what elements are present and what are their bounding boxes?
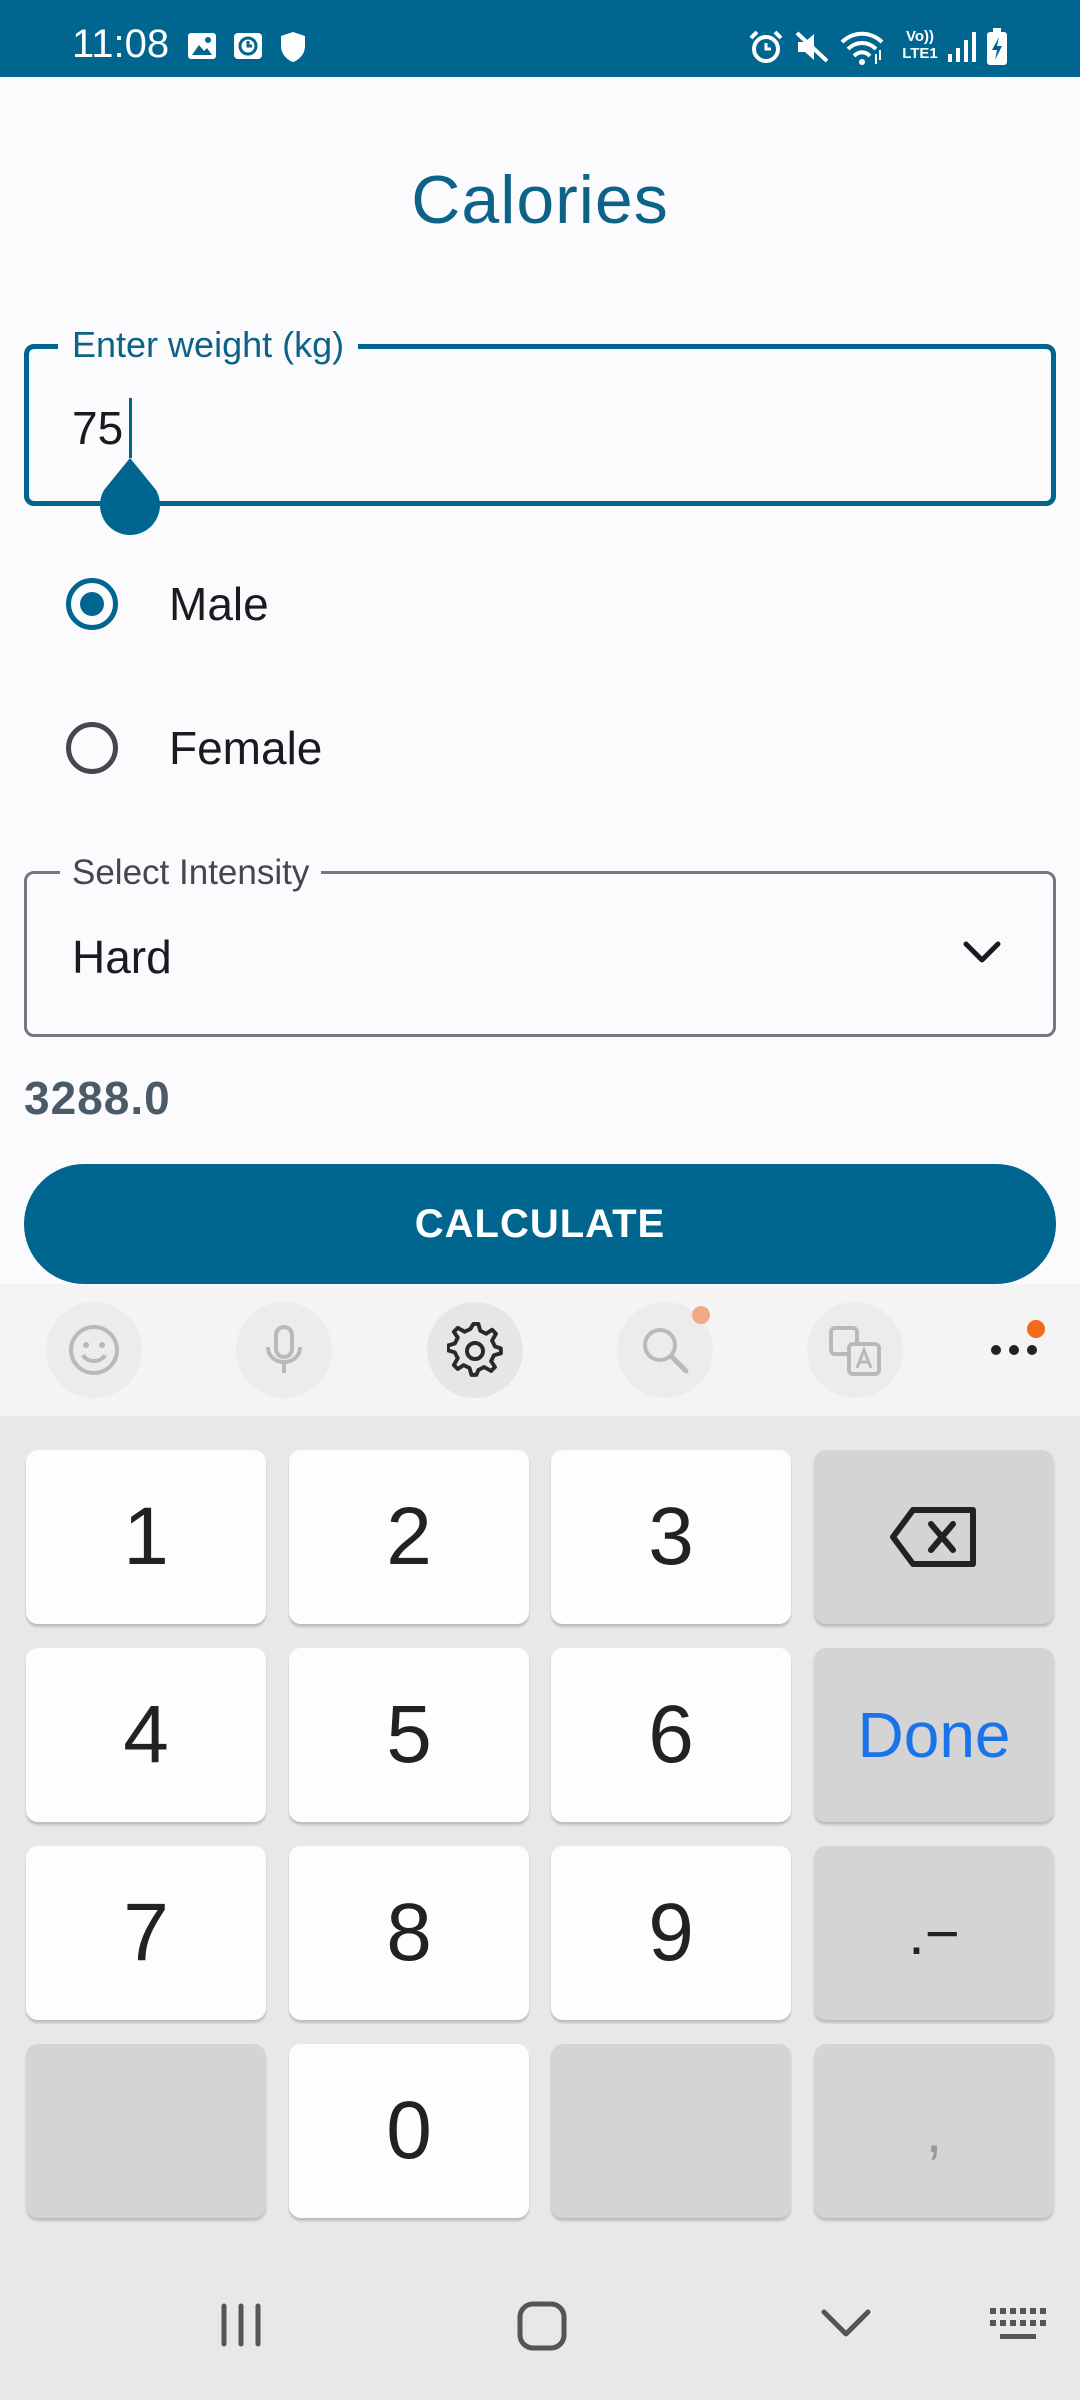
backspace-icon — [890, 1507, 976, 1567]
lte-text: LTE1 — [902, 45, 938, 62]
radio-label-male: Male — [169, 578, 269, 630]
keyboard-icon[interactable] — [988, 2306, 1048, 2344]
dot-minus-key[interactable]: .− — [814, 1846, 1054, 2020]
page-title: Calories — [411, 162, 669, 238]
radio-male[interactable]: Male — [24, 548, 524, 668]
status-time: 11:08 — [72, 22, 170, 66]
more-icon — [991, 1345, 1037, 1355]
wifi-icon — [840, 31, 884, 65]
intensity-dropdown[interactable] — [24, 871, 1056, 1037]
translate-icon — [829, 1326, 881, 1376]
keyboard-settings-button[interactable] — [427, 1302, 523, 1398]
search-icon — [643, 1328, 689, 1374]
radio-unchecked-icon[interactable] — [66, 722, 118, 774]
calculate-label: CALCULATE — [414, 1201, 666, 1246]
weight-label: Enter weight (kg) — [58, 322, 359, 368]
intensity-label: Select Intensity — [60, 851, 322, 895]
key-1[interactable]: 1 — [26, 1450, 266, 1624]
key-2[interactable]: 2 — [289, 1450, 529, 1624]
translate-button[interactable] — [807, 1302, 903, 1398]
intensity-value[interactable]: Hard — [72, 929, 172, 985]
radio-label-female: Female — [169, 722, 323, 774]
chevron-down-icon[interactable] — [962, 938, 1002, 966]
mute-icon — [795, 31, 829, 63]
home-icon[interactable] — [516, 2300, 568, 2352]
microphone-icon — [266, 1325, 302, 1373]
key-5[interactable]: 5 — [289, 1648, 529, 1822]
image-icon — [188, 33, 216, 59]
backspace-key[interactable] — [814, 1450, 1054, 1624]
key-8[interactable]: 8 — [289, 1846, 529, 2020]
notification-dot — [692, 1306, 710, 1324]
settings-icon — [447, 1322, 503, 1377]
radio-female[interactable]: Female — [24, 692, 524, 812]
keyboard-toolbar — [0, 1284, 1080, 1416]
blank-key-middle — [551, 2044, 791, 2218]
more-options-button[interactable] — [966, 1302, 1062, 1398]
voice-input-button[interactable] — [236, 1302, 332, 1398]
shield-icon — [281, 32, 305, 62]
result-value: 3288.0 — [24, 1072, 171, 1124]
navigation-bar — [0, 2260, 1080, 2400]
alarm-icon — [749, 30, 783, 63]
blank-key-left — [26, 2044, 266, 2218]
more-notification-dot — [1027, 1320, 1045, 1338]
clock-app-icon — [234, 33, 262, 59]
comma-key[interactable]: , — [814, 2044, 1054, 2218]
weight-value[interactable]: 75 — [72, 400, 123, 456]
text-cursor — [129, 398, 132, 458]
radio-checked-icon[interactable] — [66, 578, 118, 630]
key-0[interactable]: 0 — [289, 2044, 529, 2218]
signal-icon — [948, 32, 976, 62]
cursor-handle-icon[interactable] — [98, 458, 162, 538]
status-bar: 11:08 Vo)) LTE1 — [0, 0, 1080, 77]
key-3[interactable]: 3 — [551, 1450, 791, 1624]
key-7[interactable]: 7 — [26, 1846, 266, 2020]
key-4[interactable]: 4 — [26, 1648, 266, 1822]
calculate-button[interactable]: CALCULATE — [24, 1164, 1056, 1284]
emoji-button[interactable] — [46, 1302, 142, 1398]
key-9[interactable]: 9 — [551, 1846, 791, 2020]
numeric-keyboard: 1 2 3 4 5 6 Done 7 8 9 .− 0 , — [0, 1416, 1080, 2260]
volte-icon: Vo)) LTE1 — [898, 28, 942, 62]
done-key[interactable]: Done — [814, 1648, 1054, 1822]
battery-charging-icon — [987, 28, 1007, 65]
volte-text: Vo)) — [905, 28, 935, 45]
weight-input[interactable] — [24, 344, 1056, 506]
recents-icon[interactable] — [216, 2300, 266, 2350]
back-chevron-icon[interactable] — [820, 2306, 872, 2342]
emoji-icon — [69, 1325, 119, 1375]
radio-dot — [80, 592, 104, 616]
key-6[interactable]: 6 — [551, 1648, 791, 1822]
